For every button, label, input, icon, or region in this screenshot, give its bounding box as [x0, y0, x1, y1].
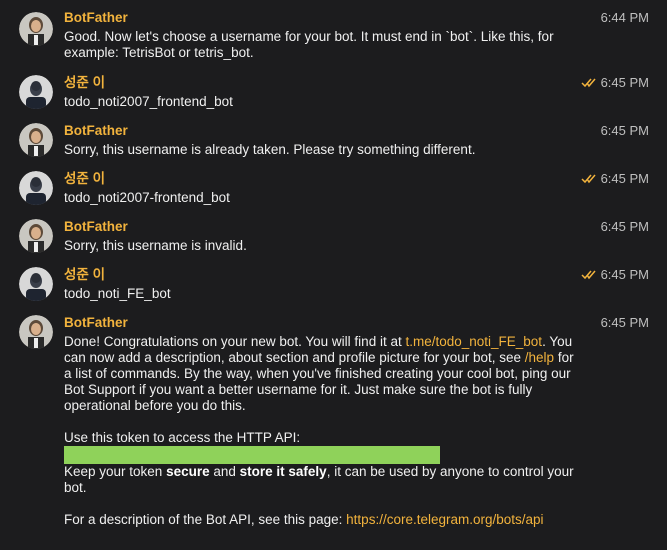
botfather-avatar[interactable]	[19, 123, 53, 157]
time-text: 6:45 PM	[600, 171, 649, 186]
bot-link[interactable]: t.me/todo_noti_FE_bot	[405, 334, 542, 349]
sender-name[interactable]: BotFather	[64, 10, 128, 26]
sender-name[interactable]: BotFather	[64, 123, 128, 139]
token-label: Use this token to access the HTTP API:	[64, 430, 301, 445]
user-avatar[interactable]	[19, 75, 53, 109]
help-command-link[interactable]: /help	[525, 350, 554, 365]
time-text: 6:45 PM	[600, 75, 649, 90]
user-avatar[interactable]	[19, 171, 53, 205]
sender-name[interactable]: BotFather	[64, 219, 128, 235]
double-check-icon	[581, 270, 597, 280]
congrats-paragraph: Done! Congratulations on your new bot. Y…	[64, 334, 584, 414]
user-avatar[interactable]	[19, 267, 53, 301]
text-segment: and	[209, 464, 240, 479]
message-time: 6:44 PM	[601, 10, 649, 26]
api-paragraph: For a description of the Bot API, see th…	[64, 512, 584, 528]
message-text: Done! Congratulations on your new bot. Y…	[64, 334, 584, 528]
message-text: todo_noti_FE_bot	[64, 286, 171, 301]
botfather-avatar[interactable]	[19, 315, 53, 349]
bold-text: secure	[166, 464, 210, 479]
message-time: 6:45 PM	[581, 171, 649, 187]
time-text: 6:45 PM	[600, 267, 649, 282]
time-text: 6:44 PM	[600, 10, 649, 25]
keep-token-paragraph: Keep your token secure and store it safe…	[64, 464, 584, 496]
botfather-avatar[interactable]	[19, 219, 53, 253]
message-text: Good. Now let's choose a username for yo…	[64, 29, 584, 61]
sender-name[interactable]: 성준 이	[64, 75, 105, 91]
time-text: 6:45 PM	[600, 123, 649, 138]
message-text: Sorry, this username is already taken. P…	[64, 142, 476, 157]
message-time: 6:45 PM	[601, 315, 649, 331]
message-text: todo_noti2007-frontend_bot	[64, 190, 230, 205]
sender-name[interactable]: BotFather	[64, 315, 128, 331]
time-text: 6:45 PM	[600, 315, 649, 330]
text-segment: For a description of the Bot API, see th…	[64, 512, 347, 527]
chat-history[interactable]: BotFather 6:44 PM Good. Now let's choose…	[0, 0, 667, 550]
time-text: 6:45 PM	[600, 219, 649, 234]
text-segment: Done! Congratulations on your new bot. Y…	[64, 334, 406, 349]
bot-api-link[interactable]: https://core.telegram.org/bots/api	[346, 512, 543, 527]
sender-name[interactable]: 성준 이	[64, 171, 105, 187]
message-text: Sorry, this username is invalid.	[64, 238, 247, 253]
message-time: 6:45 PM	[601, 123, 649, 139]
message-line: example: TetrisBot or tetris_bot.	[64, 45, 254, 60]
message-line: Good. Now let's choose a username for yo…	[64, 29, 554, 44]
token-redaction[interactable]	[64, 446, 440, 464]
botfather-avatar[interactable]	[19, 12, 53, 46]
message-time: 6:45 PM	[601, 219, 649, 235]
message-time: 6:45 PM	[581, 75, 649, 91]
sender-name[interactable]: 성준 이	[64, 267, 105, 283]
bold-text: store it safely	[239, 464, 327, 479]
text-segment: Keep your token	[64, 464, 167, 479]
message-time: 6:45 PM	[581, 267, 649, 283]
double-check-icon	[581, 78, 597, 88]
double-check-icon	[581, 174, 597, 184]
message-text: todo_noti2007_frontend_bot	[64, 94, 233, 109]
